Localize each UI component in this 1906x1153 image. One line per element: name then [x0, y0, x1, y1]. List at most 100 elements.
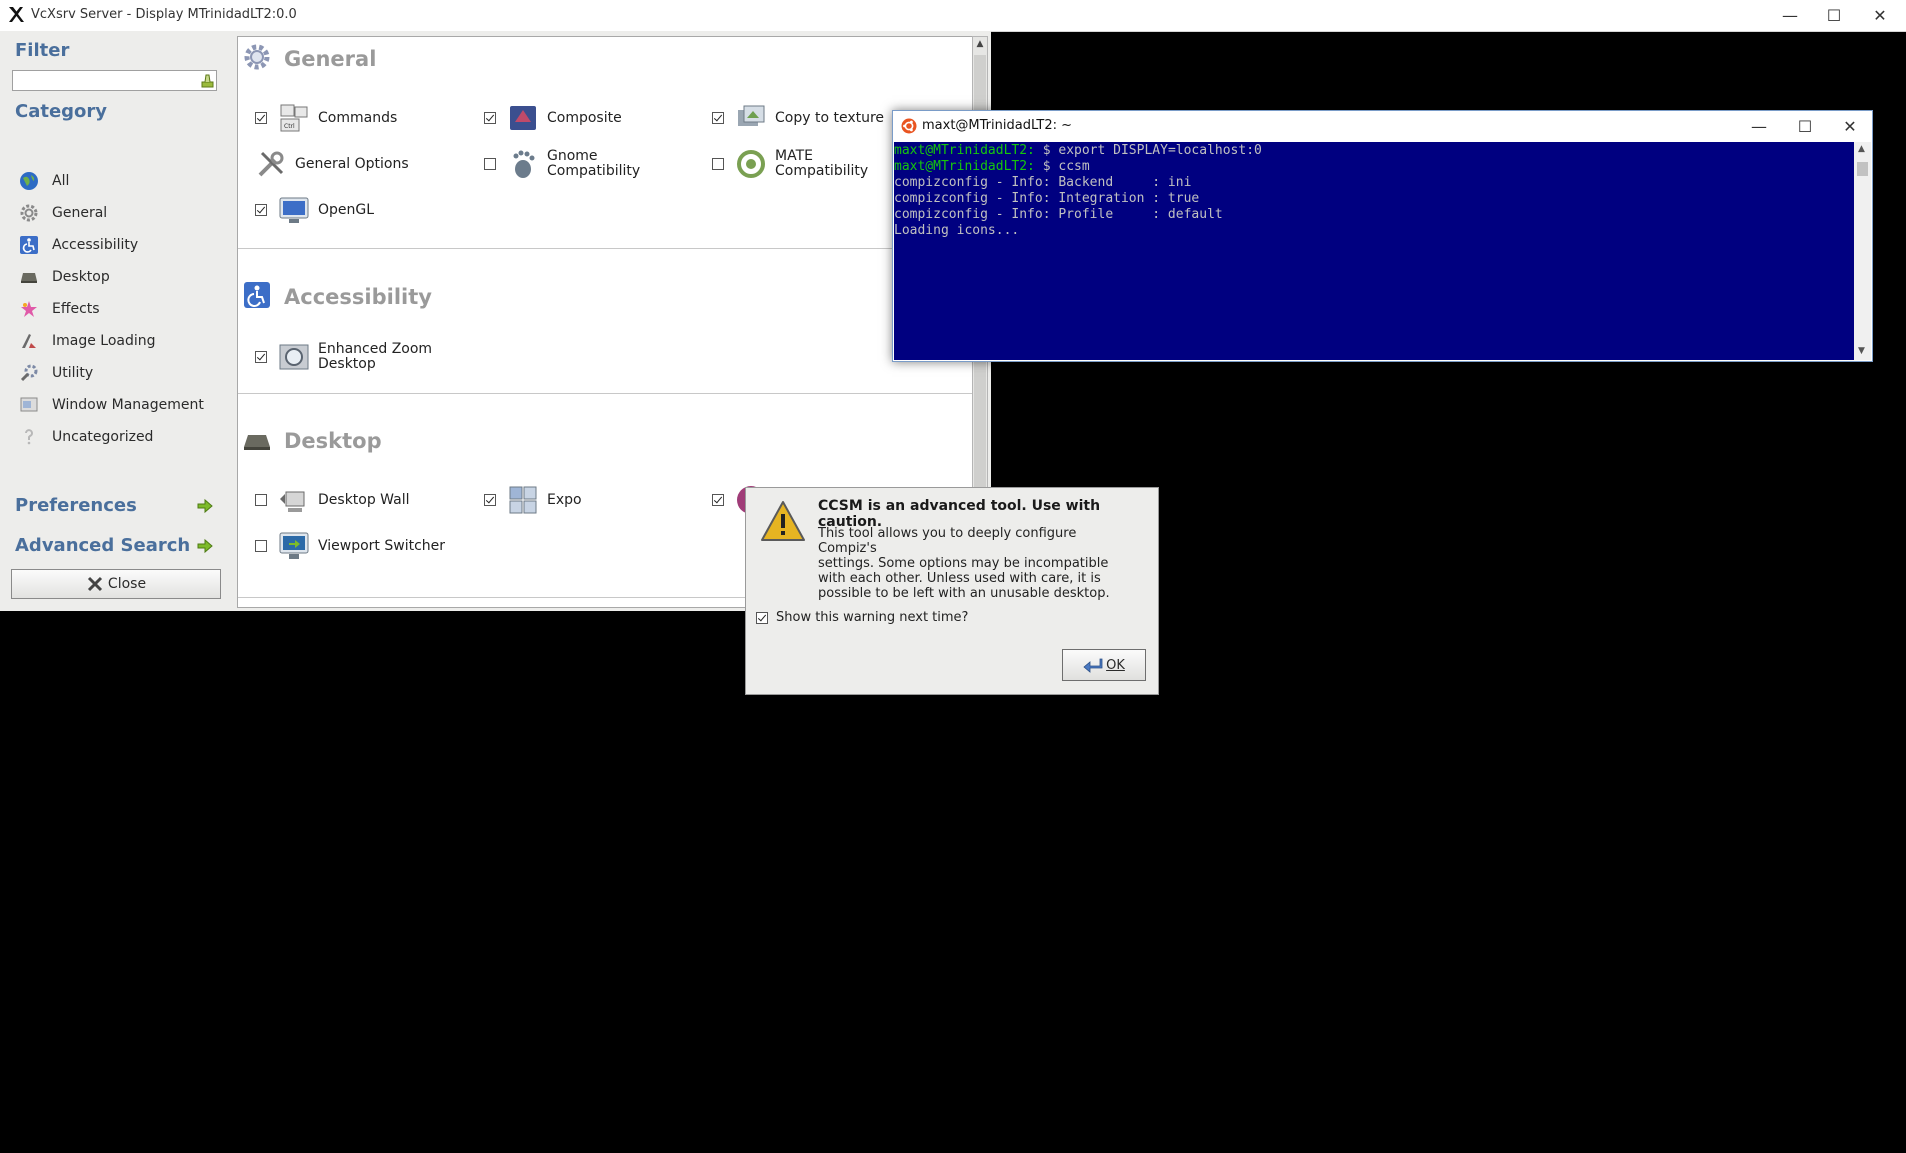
terminal-scrollbar-thumb[interactable] [1857, 162, 1868, 176]
plugin-checkbox[interactable] [712, 494, 724, 506]
plugin-mate-compatibility[interactable]: MATE Compatibility [712, 148, 868, 180]
plugin-checkbox[interactable] [255, 540, 267, 552]
scroll-down-arrow-icon[interactable]: ▼ [1858, 346, 1865, 356]
plugin-checkbox[interactable] [255, 494, 267, 506]
show-warning-checkbox-row[interactable]: Show this warning next time? [756, 610, 968, 625]
section-title-general: General [284, 47, 377, 71]
section-divider [238, 248, 973, 249]
category-label: All [52, 173, 70, 189]
plugin-checkbox[interactable] [484, 494, 496, 506]
category-item-effects[interactable]: Effects [18, 295, 228, 323]
copy-to-texture-icon [738, 105, 765, 126]
terminal-output[interactable]: maxt@MTrinidadLT2: $ export DISPLAY=loca… [894, 142, 1854, 360]
section-title-accessibility: Accessibility [284, 285, 432, 309]
terminal-maximize-button[interactable]: ☐ [1783, 111, 1827, 142]
category-item-uncategorized[interactable]: Uncategorized [18, 423, 228, 451]
terminal-text: Loading icons... [894, 223, 1020, 238]
category-label: Window Management [52, 397, 204, 413]
plugin-label: Gnome Compatibility [547, 149, 640, 179]
dialog-message-line: with each other. Unless used with care, … [818, 571, 1101, 586]
terminal-text: $ export DISPLAY=localhost:0 [1034, 143, 1262, 158]
utility-icon [18, 362, 40, 384]
plugin-label-line: Desktop [318, 356, 376, 372]
terminal-text: compizconfig - Info: Integration : true [894, 191, 1200, 206]
plugin-composite[interactable]: Composite [484, 102, 622, 134]
commands-icon: Ctrl [280, 104, 308, 132]
uncategorized-icon [18, 426, 40, 448]
plugin-checkbox[interactable] [255, 351, 267, 363]
arrow-right-icon[interactable] [196, 537, 214, 555]
plugin-checkbox[interactable] [484, 112, 496, 124]
scroll-up-arrow-icon[interactable]: ▲ [975, 39, 985, 49]
plugin-checkbox[interactable] [484, 158, 496, 170]
category-item-desktop[interactable]: Desktop [18, 263, 228, 291]
category-item-all[interactable]: All [18, 167, 228, 195]
plugin-checkbox[interactable] [255, 204, 267, 216]
terminal-scrollbar[interactable]: ▲ ▼ [1854, 142, 1871, 360]
filter-input[interactable] [12, 70, 217, 91]
plugin-label: MATE Compatibility [775, 149, 868, 179]
plugin-gnome-compatibility[interactable]: Gnome Compatibility [484, 148, 640, 180]
plugin-label-line: Gnome [547, 148, 598, 164]
sidebar: Filter Category All General Accessibilit… [0, 31, 234, 611]
advanced-search-link[interactable]: Advanced Search [15, 535, 190, 556]
plugin-expo[interactable]: Expo [484, 484, 582, 516]
maximize-button[interactable]: ☐ [1812, 0, 1856, 31]
close-icon [87, 576, 102, 592]
show-warning-label: Show this warning next time? [776, 610, 969, 625]
plugin-label: Copy to texture [775, 109, 885, 126]
category-item-general[interactable]: General [18, 199, 228, 227]
plugin-checkbox[interactable] [712, 158, 724, 170]
plugin-copy-to-texture[interactable]: Copy to texture [712, 102, 884, 134]
effects-icon [18, 298, 40, 320]
gear-icon [244, 44, 270, 70]
warning-dialog: CCSM is an advanced tool. Use with cauti… [745, 487, 1159, 695]
terminal-window: maxt@MTrinidadLT2: ~ — ☐ ✕ maxt@MTrinida… [892, 110, 1873, 362]
category-item-window-management[interactable]: Window Management [18, 391, 228, 419]
mate-icon [737, 150, 765, 178]
terminal-close-button[interactable]: ✕ [1828, 111, 1872, 142]
terminal-minimize-button[interactable]: — [1737, 111, 1781, 142]
category-label: Effects [52, 301, 100, 317]
dialog-message: This tool allows you to deeply configure… [818, 526, 1138, 601]
plugin-desktop-wall[interactable]: Desktop Wall [255, 484, 410, 516]
zoom-icon [279, 344, 309, 370]
plugin-viewport-switcher[interactable]: Viewport Switcher [255, 530, 445, 562]
terminal-line: maxt@MTrinidadLT2: $ ccsm [894, 159, 1854, 175]
ok-button-label: OK [1106, 657, 1125, 673]
plugin-opengl[interactable]: OpenGL [255, 194, 374, 226]
terminal-prompt: maxt@MTrinidadLT2: [894, 143, 1035, 158]
close-button-label: Close [107, 576, 147, 592]
category-label: General [52, 205, 108, 221]
minimize-button[interactable]: — [1768, 0, 1812, 31]
plugin-label: Enhanced Zoom Desktop [318, 342, 432, 372]
scroll-up-arrow-icon[interactable]: ▲ [1858, 144, 1865, 154]
return-arrow-icon [1083, 658, 1103, 673]
plugin-general-options[interactable]: General Options [255, 148, 409, 180]
plugin-enhanced-zoom-desktop[interactable]: Enhanced Zoom Desktop [255, 341, 432, 373]
terminal-line: compizconfig - Info: Backend : ini [894, 175, 1854, 191]
show-warning-checkbox[interactable] [756, 611, 768, 624]
category-item-accessibility[interactable]: Accessibility [18, 231, 228, 259]
close-button[interactable]: Close [11, 569, 221, 599]
plugin-label: Viewport Switcher [318, 537, 446, 554]
ok-button[interactable]: OK [1062, 649, 1146, 681]
category-label: Utility [52, 365, 94, 381]
accessibility-icon [18, 234, 40, 256]
arrow-right-icon[interactable] [196, 497, 214, 515]
terminal-text: compizconfig - Info: Backend : ini [894, 175, 1192, 190]
category-item-utility[interactable]: Utility [18, 359, 228, 387]
plugin-label: Desktop Wall [318, 491, 410, 508]
plugin-checkbox[interactable] [712, 112, 724, 124]
preferences-link[interactable]: Preferences [15, 495, 137, 516]
close-window-button[interactable]: ✕ [1858, 0, 1902, 31]
plugin-label: Commands [318, 109, 398, 126]
viewport-switcher-icon [279, 532, 309, 559]
plugin-commands[interactable]: Ctrl Commands [255, 102, 397, 134]
warning-icon [761, 501, 805, 541]
plugin-label: Composite [547, 109, 622, 126]
category-item-image-loading[interactable]: Image Loading [18, 327, 228, 355]
plugin-checkbox[interactable] [255, 112, 267, 124]
gnome-foot-icon [513, 150, 535, 178]
clear-filter-icon[interactable] [200, 73, 215, 89]
